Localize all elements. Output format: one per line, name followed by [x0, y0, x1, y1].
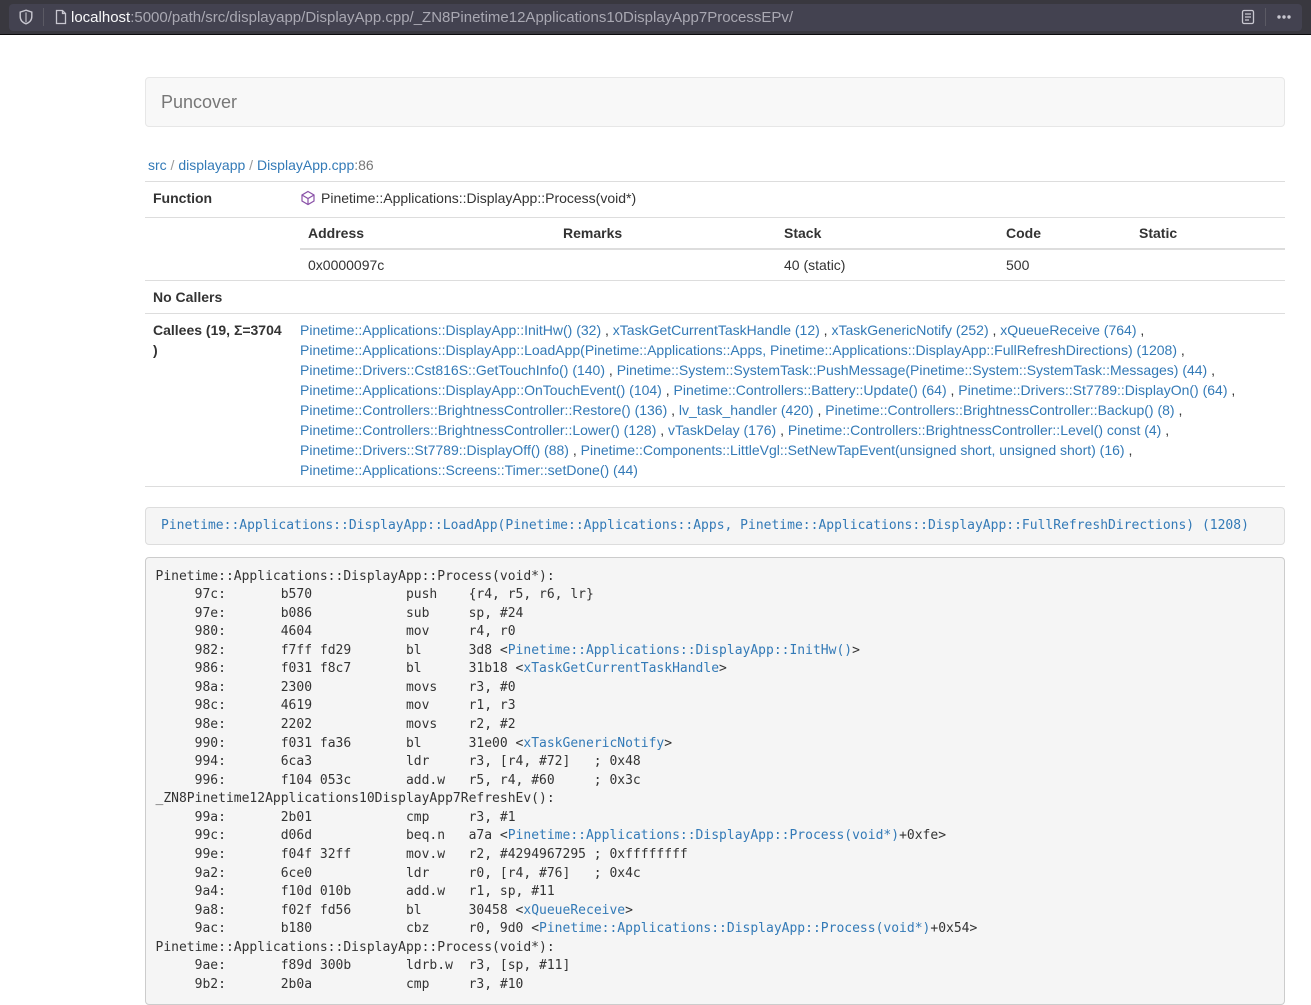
callee-link[interactable]: Pinetime::Controllers::BrightnessControl…: [300, 422, 656, 438]
code-symbol-link[interactable]: Pinetime::Applications::DisplayApp::Init…: [508, 643, 852, 658]
callee-link[interactable]: Pinetime::Applications::DisplayApp::Load…: [300, 342, 1177, 358]
breadcrumb: src / displayapp / DisplayApp.cpp:86: [148, 157, 1285, 173]
callee-link[interactable]: Pinetime::System::SystemTask::PushMessag…: [617, 362, 1208, 378]
callee-link[interactable]: Pinetime::Applications::Screens::Timer::…: [300, 462, 638, 478]
code-symbol-link[interactable]: xQueueReceive: [523, 903, 625, 918]
header-stack: Stack: [776, 218, 998, 249]
stats-table: Address Remarks Stack Code Static 0x0000…: [300, 218, 1285, 280]
header-static: Static: [1131, 218, 1285, 249]
callee-link[interactable]: Pinetime::Controllers::BrightnessControl…: [300, 402, 667, 418]
header-remarks: Remarks: [555, 218, 776, 249]
callee-link[interactable]: xQueueReceive (764): [1000, 322, 1136, 338]
code-symbol-link[interactable]: xTaskGenericNotify: [523, 736, 664, 751]
stats-row: Address Remarks Stack Code Static 0x0000…: [145, 218, 1285, 281]
url-host: localhost: [71, 9, 130, 26]
stack-value: 40 (static): [776, 249, 998, 280]
snippet-header-panel: Pinetime::Applications::DisplayApp::Load…: [145, 507, 1285, 545]
urlbar-separator: [43, 8, 44, 26]
function-row: Function Pinetime::Applications::Display…: [145, 182, 1285, 218]
urlbar-separator-2: [1265, 8, 1266, 26]
code-symbol-link[interactable]: Pinetime::Applications::DisplayApp::Proc…: [508, 828, 899, 843]
page-info-icon[interactable]: [53, 9, 69, 25]
header-code: Code: [998, 218, 1131, 249]
callee-link[interactable]: Pinetime::Controllers::Battery::Update()…: [674, 382, 947, 398]
callee-link[interactable]: Pinetime::Drivers::St7789::DisplayOn() (…: [958, 382, 1227, 398]
code-size-value: 500: [998, 249, 1131, 280]
callee-link[interactable]: Pinetime::Drivers::St7789::DisplayOff() …: [300, 442, 569, 458]
callee-link[interactable]: Pinetime::Components::LittleVgl::SetNewT…: [581, 442, 1125, 458]
breadcrumb-line-number: :86: [354, 157, 373, 173]
function-name: Pinetime::Applications::DisplayApp::Proc…: [321, 190, 636, 206]
callees-row: Callees (19, Σ=3704 ) Pinetime::Applicat…: [145, 314, 1285, 487]
browser-toolbar: localhost:5000/path/src/displayapp/Displ…: [0, 0, 1311, 35]
page-actions-more-icon[interactable]: [1275, 9, 1293, 25]
callee-link[interactable]: vTaskDelay (176): [668, 422, 776, 438]
remarks-value: [555, 249, 776, 280]
breadcrumb-separator: /: [245, 157, 257, 173]
url-text: localhost:5000/path/src/displayapp/Displ…: [71, 9, 1240, 26]
breadcrumb-link[interactable]: src: [148, 157, 167, 173]
callee-link[interactable]: Pinetime::Applications::DisplayApp::OnTo…: [300, 382, 662, 398]
url-bar[interactable]: localhost:5000/path/src/displayapp/Displ…: [9, 4, 1302, 31]
address-value: 0x0000097c: [300, 249, 555, 280]
callers-row: No Callers: [145, 281, 1285, 314]
function-cube-icon: [300, 190, 316, 211]
code-symbol-link[interactable]: xTaskGetCurrentTaskHandle: [523, 661, 719, 676]
tracking-shield-icon[interactable]: [18, 9, 34, 25]
code-listing: Pinetime::Applications::DisplayApp::Proc…: [145, 557, 1285, 1005]
function-label: Function: [145, 182, 292, 218]
callee-link[interactable]: lv_task_handler (420): [679, 402, 814, 418]
breadcrumb-link[interactable]: displayapp: [178, 157, 245, 173]
breadcrumb-separator: /: [167, 157, 179, 173]
breadcrumb-link[interactable]: DisplayApp.cpp: [257, 157, 354, 173]
header-address: Address: [300, 218, 555, 249]
no-callers-label: No Callers: [145, 281, 292, 314]
callee-link[interactable]: Pinetime::Controllers::BrightnessControl…: [788, 422, 1161, 438]
code-symbol-link[interactable]: Pinetime::Applications::DisplayApp::Proc…: [539, 921, 930, 936]
callee-link[interactable]: Pinetime::Applications::DisplayApp::Init…: [300, 322, 601, 338]
symbol-details-table: Function Pinetime::Applications::Display…: [145, 181, 1285, 487]
static-value: [1131, 249, 1285, 280]
callee-link[interactable]: Pinetime::Controllers::BrightnessControl…: [825, 402, 1174, 418]
snippet-symbol-link[interactable]: Pinetime::Applications::DisplayApp::Load…: [161, 518, 1249, 533]
callees-list: Pinetime::Applications::DisplayApp::Init…: [292, 314, 1285, 487]
callee-link[interactable]: Pinetime::Drivers::Cst816S::GetTouchInfo…: [300, 362, 605, 378]
brand-link[interactable]: Puncover: [161, 92, 237, 113]
url-path: :5000/path/src/displayapp/DisplayApp.cpp…: [130, 9, 793, 26]
page-container: Puncover src / displayapp / DisplayApp.c…: [145, 77, 1285, 1005]
callee-link[interactable]: xTaskGetCurrentTaskHandle (12): [613, 322, 820, 338]
stats-values-row: 0x0000097c 40 (static) 500: [300, 249, 1285, 280]
reader-mode-icon[interactable]: [1240, 9, 1256, 25]
callees-label: Callees (19, Σ=3704 ): [145, 314, 292, 487]
callee-link[interactable]: xTaskGenericNotify (252): [831, 322, 988, 338]
navbar: Puncover: [145, 77, 1285, 127]
